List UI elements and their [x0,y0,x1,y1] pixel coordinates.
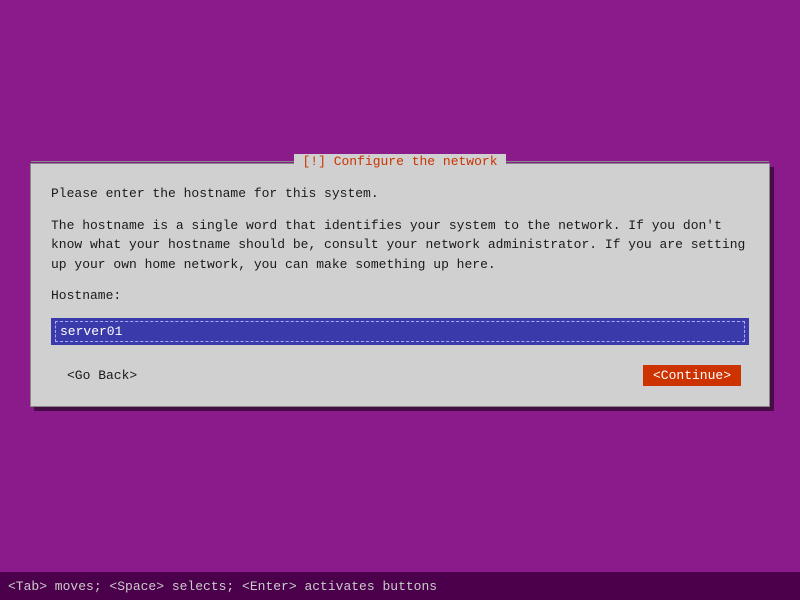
hostname-label: Hostname: [51,286,749,306]
dialog-title: [!] Configure the network [294,154,505,169]
dialog-buttons: <Go Back> <Continue> [51,361,749,390]
hostname-input-wrapper[interactable] [51,318,749,345]
title-line-right [506,161,769,162]
status-bar: <Tab> moves; <Space> selects; <Enter> ac… [0,572,800,600]
hostname-input[interactable] [55,321,745,342]
go-back-button[interactable]: <Go Back> [59,366,145,385]
configure-network-dialog: [!] Configure the network Please enter t… [30,163,770,407]
title-line-left [31,161,294,162]
dialog-body: Please enter the hostname for this syste… [51,184,749,306]
description-line2: The hostname is a single word that ident… [51,216,749,275]
description-line1: Please enter the hostname for this syste… [51,184,749,204]
dialog-content: Please enter the hostname for this syste… [31,164,769,406]
status-bar-text: <Tab> moves; <Space> selects; <Enter> ac… [8,579,437,594]
dialog-title-bar: [!] Configure the network [31,154,769,169]
continue-button[interactable]: <Continue> [643,365,741,386]
